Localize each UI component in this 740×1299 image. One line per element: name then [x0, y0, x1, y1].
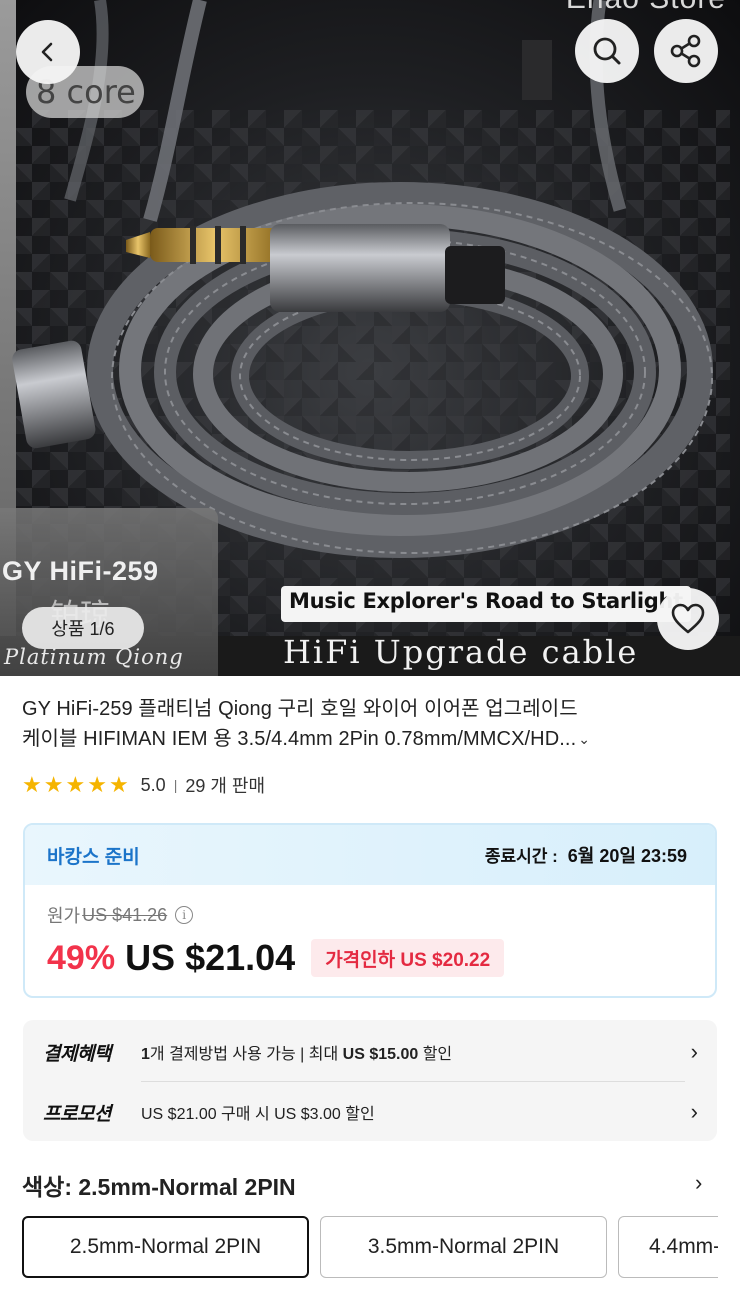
discount-percent: 49% [47, 938, 116, 977]
color-option-3-5mm[interactable]: 3.5mm-Normal 2PIN [320, 1216, 607, 1278]
benefits-panel: 결제혜택 1개 결제방법 사용 가능 | 최대 US $15.00 할인 › 프… [23, 1020, 717, 1141]
chevron-right-icon[interactable]: › [695, 1170, 702, 1196]
payment-benefit-text: 1개 결제방법 사용 가능 | 최대 US $15.00 할인 [141, 1040, 452, 1064]
star-icon: ★ [22, 772, 42, 797]
color-selector-title[interactable]: 색상: 2.5mm-Normal 2PIN [22, 1168, 296, 1202]
payment-benefit-suffix: 할인 [418, 1046, 453, 1063]
original-price-label: 원가 [47, 906, 81, 926]
payment-benefit-label: 결제혜택 [43, 1043, 111, 1065]
heart-icon [671, 603, 705, 634]
sale-price: US $21.04 [125, 937, 296, 978]
promotion-row[interactable]: 프로모션 US $21.00 구매 시 US $3.00 할인 › [43, 1082, 698, 1142]
rating-stars: ★ ★ ★ ★ ★ [22, 774, 129, 796]
hero-tagline: HiFi Upgrade cable [283, 633, 639, 671]
expand-title-chevron-icon[interactable]: ⌄ [578, 724, 590, 754]
back-arrow-icon [41, 42, 53, 62]
star-icon: ★ [108, 772, 129, 797]
payment-benefit-amount: US $15.00 [342, 1046, 419, 1063]
sale-end-value: 6월 20일 23:59 [567, 846, 687, 866]
hero-tagline-boxed: Music Explorer's Road to Starlight [281, 586, 691, 622]
payment-benefit-row[interactable]: 결제혜택 1개 결제방법 사용 가능 | 최대 US $15.00 할인 › [43, 1022, 698, 1082]
original-price: US $41.26 [82, 904, 168, 925]
product-page: Enao Store 8 core GY HiFi-259 铂琼 Platinu… [0, 0, 740, 1299]
sale-event-name: 바캉스 준비 [47, 846, 140, 868]
info-icon[interactable]: i [175, 906, 194, 924]
product-title[interactable]: GY HiFi-259 플래티넘 Qiong 구리 호일 와이어 이어폰 업그레… [22, 694, 722, 754]
sold-count: 29 개 판매 [185, 776, 266, 796]
promotion-label: 프로모션 [43, 1103, 111, 1125]
star-icon: ★ [87, 772, 107, 797]
product-title-line2: 케이블 HIFIMAN IEM 용 3.5/4.4mm 2Pin 0.78mm/… [22, 728, 577, 750]
wishlist-button[interactable] [657, 588, 719, 650]
chevron-right-icon: › [690, 1039, 698, 1064]
payment-benefit-count: 1 [141, 1046, 150, 1063]
product-title-line2-wrap: 케이블 HIFIMAN IEM 용 3.5/4.4mm 2Pin 0.78mm/… [22, 724, 722, 754]
star-icon: ★ [43, 772, 64, 797]
star-icon: ★ [65, 772, 86, 797]
back-button[interactable] [16, 20, 80, 84]
product-image-carousel[interactable]: Enao Store 8 core GY HiFi-259 铂琼 Platinu… [0, 0, 740, 676]
color-options: 2.5mm-Normal 2PIN 3.5mm-Normal 2PIN 4.4m… [22, 1216, 718, 1278]
share-icon [670, 34, 701, 68]
hero-model-label: GY HiFi-259 [2, 556, 159, 586]
promotion-text: US $21.00 구매 시 US $3.00 할인 [141, 1106, 375, 1123]
sale-promo-header: 바캉스 준비 종료시간 : 6월 20일 23:59 [25, 825, 715, 885]
rating-value: 5.0 [140, 774, 166, 795]
store-watermark: Enao Store [566, 0, 726, 16]
color-option-4-4mm[interactable]: 4.4mm-Normal 2PIN [618, 1216, 718, 1278]
search-icon [593, 37, 621, 65]
sale-price-row: 49% US $21.04 가격인하 US $20.22 [47, 937, 505, 979]
price-drop-badge: 가격인하 US $20.22 [311, 939, 505, 977]
rating-separator: | [173, 777, 178, 793]
search-button[interactable] [575, 19, 639, 83]
share-button[interactable] [654, 19, 718, 83]
chevron-right-icon: › [690, 1099, 698, 1124]
payment-benefit-mid: 개 결제방법 사용 가능 | 최대 [149, 1046, 343, 1063]
rating-row[interactable]: ★ ★ ★ ★ ★ 5.0 | 29 개 판매 [22, 772, 265, 798]
sale-end-time: 종료시간 : 6월 20일 23:59 [485, 842, 687, 868]
original-price-row: 원가 US $41.26 i [47, 902, 194, 928]
sale-end-label: 종료시간 : [484, 847, 558, 866]
image-page-indicator: 상품 1/6 [22, 607, 144, 649]
product-title-line1: GY HiFi-259 플래티넘 Qiong 구리 호일 와이어 이어폰 업그레… [22, 698, 578, 720]
sale-promo-card: 바캉스 준비 종료시간 : 6월 20일 23:59 원가 US $41.26 i… [23, 823, 717, 998]
color-option-2-5mm[interactable]: 2.5mm-Normal 2PIN [22, 1216, 309, 1278]
